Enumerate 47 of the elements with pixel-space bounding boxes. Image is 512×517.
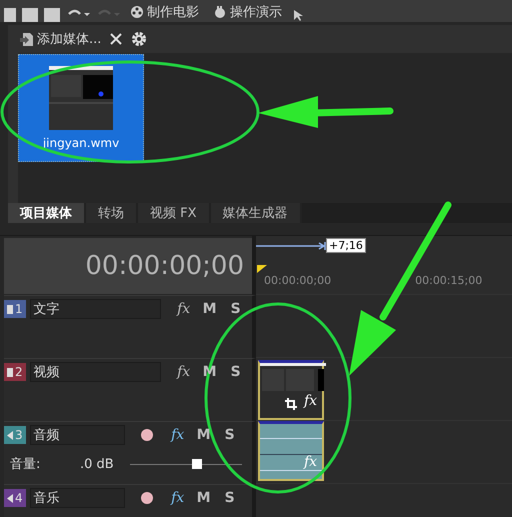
track-fx-button[interactable]: fx <box>166 490 189 506</box>
panel-tab[interactable]: 项目媒体 <box>8 203 86 223</box>
track-name-field[interactable]: 音频 <box>30 425 125 445</box>
track-fx-button[interactable]: fx <box>172 364 195 380</box>
hand-icon <box>213 5 227 19</box>
mute-button[interactable]: M <box>198 301 221 317</box>
add-file-icon <box>20 32 34 46</box>
media-item[interactable]: jingyan.wmv <box>18 54 144 162</box>
toolbar-button[interactable]: 制作电影 <box>126 2 203 22</box>
close-icon[interactable] <box>109 32 124 46</box>
solo-button[interactable]: S <box>224 364 247 380</box>
panel-tab[interactable]: 媒体生成器 <box>210 203 302 223</box>
track-name-field[interactable]: 文字 <box>30 299 161 319</box>
panel-tab[interactable]: 转场 <box>86 203 138 223</box>
track-fx-button[interactable]: fx <box>172 301 195 317</box>
solo-button[interactable]: S <box>218 490 241 506</box>
solo-button[interactable]: S <box>224 301 247 317</box>
solo-button[interactable]: S <box>218 427 241 443</box>
film-reel-icon <box>130 5 144 19</box>
track-name-field[interactable]: 视频 <box>30 362 161 382</box>
video-clip[interactable]: fx <box>258 360 324 420</box>
record-arm-icon[interactable] <box>140 492 153 504</box>
track-number-badge: 4 <box>4 489 26 507</box>
video-thumbnail <box>49 66 113 130</box>
mute-button[interactable]: M <box>192 427 215 443</box>
timecode-display: 00:00:00;00 <box>4 238 252 294</box>
record-arm-icon[interactable] <box>140 429 153 441</box>
volume-label: 音量: <box>10 456 42 473</box>
loop-length-label: +7;16 <box>326 238 366 253</box>
crop-icon[interactable] <box>284 397 298 411</box>
loop-region-icon[interactable] <box>256 242 326 250</box>
clip-fx-button[interactable]: fx <box>304 393 318 409</box>
settings-icon[interactable] <box>131 31 148 47</box>
volume-reading: .0 dB <box>80 456 115 472</box>
track-number-badge: 3 <box>4 426 26 444</box>
track-number-badge: 1 <box>4 300 26 318</box>
ruler-time-label: 00:00:00;00 <box>264 274 332 289</box>
panel-tab[interactable]: 视频 FX <box>138 203 211 223</box>
ruler-time-label: 00:00:15;00 <box>415 274 482 289</box>
track-fx-button[interactable]: fx <box>166 427 189 443</box>
add-media-button[interactable]: 添加媒体... <box>20 30 102 48</box>
mute-button[interactable]: M <box>192 490 215 506</box>
track-number-badge: 2 <box>4 363 26 381</box>
media-file-name: jingyan.wmv <box>42 136 120 150</box>
marker-icon[interactable] <box>257 265 267 273</box>
track-name-field[interactable]: 音乐 <box>30 488 125 508</box>
toolbar-button[interactable]: 操作演示 <box>209 2 286 22</box>
